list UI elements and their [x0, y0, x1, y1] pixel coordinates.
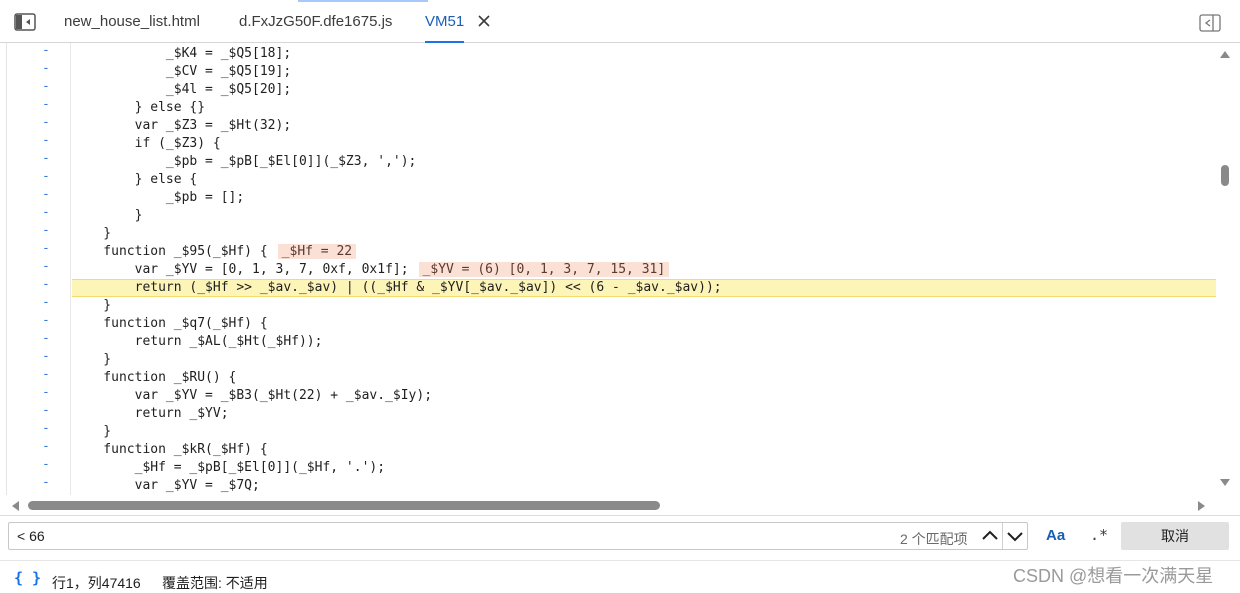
tab-new-house-list[interactable]: new_house_list.html — [64, 0, 200, 42]
match-count: 2 个匹配项 — [900, 531, 968, 547]
panel-toggle-icon[interactable] — [1199, 14, 1221, 32]
scroll-right-arrow-icon[interactable] — [1198, 501, 1205, 511]
gutter-marker[interactable]: - — [42, 169, 50, 184]
watermark: CSDN @想看一次满天星 — [1013, 566, 1214, 586]
curly-braces-icon[interactable]: { } — [14, 569, 41, 587]
gutter-marker[interactable]: - — [42, 403, 50, 418]
code-line-var-yv[interactable]: var _$YV = [0, 1, 3, 7, 0xf, 0x1f]; _$YV … — [72, 261, 1216, 279]
gutter-marker[interactable]: - — [42, 241, 50, 256]
horizontal-scrollbar[interactable] — [6, 496, 1216, 514]
code-text: var _$YV = [0, 1, 3, 7, 0xf, 0x1f]; — [72, 262, 409, 277]
gutter-marker[interactable]: - — [42, 205, 50, 220]
gutter-marker[interactable]: - — [42, 115, 50, 130]
close-icon[interactable] — [476, 12, 492, 30]
match-case-button[interactable]: Aa — [1046, 527, 1065, 544]
code-line[interactable]: _$K4 = _$Q5[18]; — [72, 45, 1216, 63]
gutter-marker[interactable]: - — [42, 223, 50, 238]
code-editor[interactable]: - - - - - - - - - - - - - - - - - - - - … — [6, 43, 1216, 495]
code-line-function-95[interactable]: function _$95(_$Hf) { _$Hf = 22 — [72, 243, 1216, 261]
code-line[interactable]: var _$Z3 = _$Ht(32); — [72, 117, 1216, 135]
find-bar: 2 个匹配项 Aa .* 取消 — [0, 515, 1240, 559]
gutter-marker[interactable]: - — [42, 313, 50, 328]
code-line[interactable]: var _$YV = _$B3(_$Ht(22) + _$av._$Iy); — [72, 387, 1216, 405]
gutter-marker[interactable]: - — [42, 439, 50, 454]
code-line[interactable]: function _$kR(_$Hf) { — [72, 441, 1216, 459]
code-line[interactable]: _$CV = _$Q5[19]; — [72, 63, 1216, 81]
inline-value-yv: _$YV = (6) [0, 1, 3, 7, 15, 31] — [418, 262, 670, 277]
gutter-marker[interactable]: - — [42, 331, 50, 346]
gutter-marker[interactable]: - — [42, 259, 50, 274]
cancel-button[interactable]: 取消 — [1121, 522, 1229, 550]
code-line[interactable]: } else {} — [72, 99, 1216, 117]
gutter-marker[interactable]: - — [42, 133, 50, 148]
code-line[interactable]: _$Hf = _$pB[_$El[0]](_$Hf, '.'); — [72, 459, 1216, 477]
gutter-marker[interactable]: - — [42, 43, 50, 58]
code-line[interactable]: var _$YV = _$7Q; — [72, 477, 1216, 495]
inline-value-hf: _$Hf = 22 — [277, 244, 357, 259]
gutter-marker[interactable]: - — [42, 295, 50, 310]
chevron-down-icon[interactable] — [1003, 523, 1027, 549]
code-line[interactable]: } — [72, 225, 1216, 243]
gutter-marker[interactable]: - — [42, 421, 50, 436]
cursor-position: 行1，列47416 — [52, 575, 141, 591]
chevron-up-icon[interactable] — [978, 523, 1003, 549]
code-text: function _$95(_$Hf) { — [72, 244, 268, 259]
tab-vm51[interactable]: VM51 — [425, 0, 465, 43]
code-line[interactable]: return _$YV; — [72, 405, 1216, 423]
scroll-left-arrow-icon[interactable] — [12, 501, 19, 511]
current-execution-line[interactable]: return (_$Hf >> _$av._$av) | ((_$Hf & _$… — [72, 279, 1216, 297]
code-line[interactable]: _$4l = _$Q5[20]; — [72, 81, 1216, 99]
gutter-marker[interactable]: - — [42, 79, 50, 94]
line-gutter[interactable]: - - - - - - - - - - - - - - - - - - - - … — [6, 43, 71, 495]
gutter-marker[interactable]: - — [42, 151, 50, 166]
code-line[interactable]: if (_$Z3) { — [72, 135, 1216, 153]
vertical-scrollbar[interactable] — [1216, 43, 1234, 495]
tab-d-fxjzg50f-js[interactable]: d.FxJzG50F.dfe1675.js — [239, 0, 392, 42]
gutter-marker[interactable]: - — [42, 349, 50, 364]
scroll-up-arrow-icon[interactable] — [1220, 51, 1230, 58]
code-line[interactable]: } — [72, 351, 1216, 369]
code-line[interactable]: return _$AL(_$Ht(_$Hf)); — [72, 333, 1216, 351]
code-line[interactable]: } — [72, 297, 1216, 315]
gutter-marker[interactable]: - — [42, 97, 50, 112]
gutter-marker[interactable]: - — [42, 475, 50, 490]
code-line[interactable]: _$pb = _$pB[_$El[0]](_$Z3, ','); — [72, 153, 1216, 171]
scroll-down-arrow-icon[interactable] — [1220, 479, 1230, 486]
vertical-scroll-thumb[interactable] — [1221, 165, 1229, 186]
search-input[interactable] — [8, 522, 1028, 550]
horizontal-scroll-thumb[interactable] — [28, 501, 660, 510]
sidebar-toggle-icon[interactable] — [14, 13, 36, 31]
code-line[interactable]: _$pb = []; — [72, 189, 1216, 207]
gutter-marker[interactable]: - — [42, 457, 50, 472]
code-line[interactable]: } else { — [72, 171, 1216, 189]
gutter-marker[interactable]: - — [42, 61, 50, 76]
gutter-marker[interactable]: - — [42, 187, 50, 202]
code-line[interactable]: } — [72, 207, 1216, 225]
editor-tab-bar: new_house_list.html d.FxJzG50F.dfe1675.j… — [0, 0, 1240, 43]
gutter-marker[interactable]: - — [42, 277, 50, 292]
gutter-marker[interactable]: - — [42, 385, 50, 400]
status-bar: { } 行1，列47416 覆盖范围: 不适用 CSDN @想看一次满天星 — [0, 560, 1240, 591]
code-line[interactable]: function _$q7(_$Hf) { — [72, 315, 1216, 333]
gutter-marker[interactable]: - — [42, 367, 50, 382]
code-line[interactable]: function _$RU() { — [72, 369, 1216, 387]
regex-button[interactable]: .* — [1090, 526, 1108, 544]
coverage-status: 覆盖范围: 不适用 — [162, 575, 268, 591]
code-line[interactable]: } — [72, 423, 1216, 441]
